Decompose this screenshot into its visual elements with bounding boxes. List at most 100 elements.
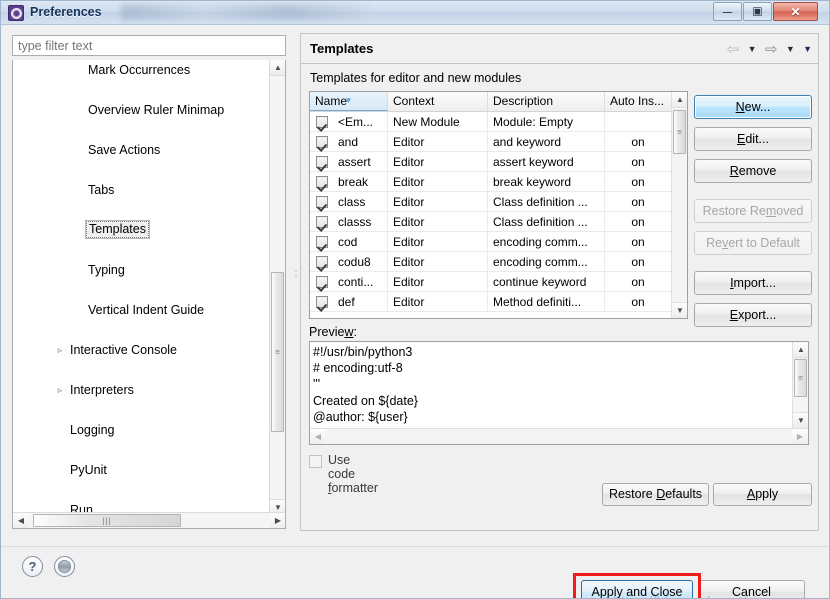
restore-defaults-button[interactable]: Restore Defaults — [602, 483, 709, 506]
tree-item-interpreters[interactable]: ▹ Interpreters — [13, 380, 271, 400]
use-code-formatter-checkbox[interactable] — [309, 455, 322, 468]
maximize-button[interactable]: ▣ — [743, 2, 772, 21]
table-row[interactable]: and Editor and keyword on — [310, 132, 687, 152]
cell-name: classs — [310, 212, 388, 232]
preferences-dialog: Preferences ─ ▣ ✕ Mark Occurrences Overvi… — [0, 0, 830, 599]
preview-horizontal-scrollbar[interactable]: ◀ ▶ — [310, 428, 808, 444]
row-checkbox[interactable] — [316, 116, 328, 128]
tree-scroll-up-button[interactable]: ▲ — [270, 60, 285, 76]
edit-button[interactable]: Edit... — [694, 127, 812, 151]
tree-horizontal-scrollbar[interactable]: ◀ ▶ ||| — [13, 512, 285, 528]
preview-scroll-thumb[interactable]: ≡ — [794, 359, 807, 397]
apply-button[interactable]: Apply — [713, 483, 812, 506]
table-row[interactable]: def Editor Method definiti... on — [310, 292, 687, 312]
column-header-description[interactable]: Description — [488, 92, 605, 111]
cell-text: cod — [338, 235, 358, 249]
table-row[interactable]: cod Editor encoding comm... on — [310, 232, 687, 252]
preview-scroll-up-button[interactable]: ▲ — [793, 342, 808, 358]
tree-scroll-left-button[interactable]: ◀ — [13, 513, 29, 528]
tree-item-logging[interactable]: Logging — [13, 420, 271, 440]
scroll-grip-icon: ≡ — [275, 347, 280, 357]
cancel-button[interactable]: Cancel — [698, 580, 805, 598]
export-button[interactable]: Export... — [694, 303, 812, 327]
table-scroll-thumb[interactable]: ≡ — [673, 110, 686, 154]
close-button[interactable]: ✕ — [773, 2, 818, 21]
preview-scroll-down-button[interactable]: ▼ — [793, 412, 808, 428]
row-checkbox[interactable] — [316, 176, 328, 188]
table-row[interactable]: conti... Editor continue keyword on — [310, 272, 687, 292]
tree-item-overview-ruler-minimap[interactable]: Overview Ruler Minimap — [13, 100, 271, 120]
table-row[interactable]: codu8 Editor encoding comm... on — [310, 252, 687, 272]
tree-item-templates[interactable]: Templates — [13, 220, 271, 240]
row-checkbox[interactable] — [316, 256, 328, 268]
expand-arrow-icon[interactable]: ▹ — [52, 380, 68, 400]
table-scroll-down-button[interactable]: ▼ — [672, 302, 687, 318]
row-checkbox[interactable] — [316, 296, 328, 308]
tree-hscroll-thumb[interactable]: ||| — [33, 514, 181, 527]
column-header-name[interactable]: Name ▼ — [310, 92, 388, 111]
table-row[interactable]: break Editor break keyword on — [310, 172, 687, 192]
row-checkbox[interactable] — [316, 136, 328, 148]
preview-scroll-right-button[interactable]: ▶ — [792, 429, 808, 444]
tree-item-label: Mark Occurrences — [88, 63, 191, 77]
tree-item-vertical-indent-guide[interactable]: Vertical Indent Guide — [13, 300, 271, 320]
forward-arrow-icon[interactable]: ⇨ — [765, 40, 778, 58]
table-vertical-scrollbar[interactable]: ▲ ▼ ≡ — [671, 92, 687, 318]
tree-scroll-thumb[interactable]: ≡ — [271, 272, 284, 432]
cell-description: Class definition ... — [488, 192, 605, 212]
forward-dropdown-icon[interactable]: ▼ — [786, 44, 795, 54]
cell-text: class — [338, 195, 366, 209]
back-arrow-icon[interactable]: ⇦ — [727, 40, 740, 58]
row-checkbox[interactable] — [316, 216, 328, 228]
pane-divider[interactable]: ⋮ — [291, 33, 300, 531]
tree-item-mark-occurrences[interactable]: Mark Occurrences — [13, 60, 271, 80]
table-row[interactable]: <Em... New Module Module: Empty — [310, 112, 687, 132]
tree-item-label: Tabs — [88, 183, 115, 197]
cell-description: encoding comm... — [488, 252, 605, 272]
tree-item-typing[interactable]: Typing — [13, 260, 271, 280]
cell-auto-insert: on — [605, 292, 672, 312]
tree-item-save-actions[interactable]: Save Actions — [13, 140, 271, 160]
shell-options-icon[interactable] — [54, 556, 75, 577]
row-checkbox[interactable] — [316, 276, 328, 288]
new-button[interactable]: New... — [694, 95, 812, 119]
table-row[interactable]: class Editor Class definition ... on — [310, 192, 687, 212]
tree-item-pyunit[interactable]: PyUnit — [13, 460, 271, 480]
remove-button[interactable]: Remove — [694, 159, 812, 183]
row-checkbox[interactable] — [316, 236, 328, 248]
table-scroll-up-button[interactable]: ▲ — [672, 92, 687, 108]
preview-box[interactable]: #!/usr/bin/python3 # encoding:utf-8 ''' … — [309, 341, 809, 445]
row-checkbox[interactable] — [316, 156, 328, 168]
tree-item-interactive-console[interactable]: ▹ Interactive Console — [13, 340, 271, 360]
help-icon[interactable]: ? — [22, 556, 43, 577]
page-nav-icons: ⇦ ▼ ⇨ ▼ ▼ — [722, 40, 812, 58]
cell-name: conti... — [310, 272, 388, 292]
import-button[interactable]: Import... — [694, 271, 812, 295]
tree-scroll-right-button[interactable]: ▶ — [270, 513, 285, 528]
cell-context: Editor — [388, 252, 488, 272]
cell-description: assert keyword — [488, 152, 605, 172]
tree-vertical-scrollbar[interactable]: ▲ ▼ ≡ — [269, 60, 285, 515]
expand-arrow-icon[interactable]: ▹ — [52, 340, 68, 360]
minimize-button[interactable]: ─ — [713, 2, 742, 21]
row-checkbox[interactable] — [316, 196, 328, 208]
button-label: Edit... — [737, 132, 769, 146]
apply-and-close-button[interactable]: Apply and Close — [581, 580, 693, 598]
page-header: Templates ⇦ ▼ ⇨ ▼ ▼ — [301, 34, 818, 64]
preview-scroll-left-button[interactable]: ◀ — [310, 429, 326, 444]
filter-input[interactable] — [12, 35, 286, 56]
column-header-auto-ins-[interactable]: Auto Ins... — [605, 92, 672, 111]
column-header-context[interactable]: Context — [388, 92, 488, 111]
tree-item-tabs[interactable]: Tabs — [13, 180, 271, 200]
table-row[interactable]: assert Editor assert keyword on — [310, 152, 687, 172]
preferences-tree[interactable]: Mark Occurrences Overview Ruler Minimap Sa… — [12, 60, 286, 529]
cell-text: <Em... — [338, 115, 374, 129]
page-menu-icon[interactable]: ▼ — [803, 44, 812, 54]
table-row[interactable]: classs Editor Class definition ... on — [310, 212, 687, 232]
cell-text: and — [338, 135, 359, 149]
back-dropdown-icon[interactable]: ▼ — [748, 44, 757, 54]
button-label: Restore Removed — [702, 204, 804, 218]
templates-table[interactable]: Name ▼ Context Description Auto Ins... <Em..… — [309, 91, 688, 319]
cell-auto-insert — [605, 112, 672, 132]
preview-vertical-scrollbar[interactable]: ▲ ▼ ≡ — [792, 342, 808, 428]
